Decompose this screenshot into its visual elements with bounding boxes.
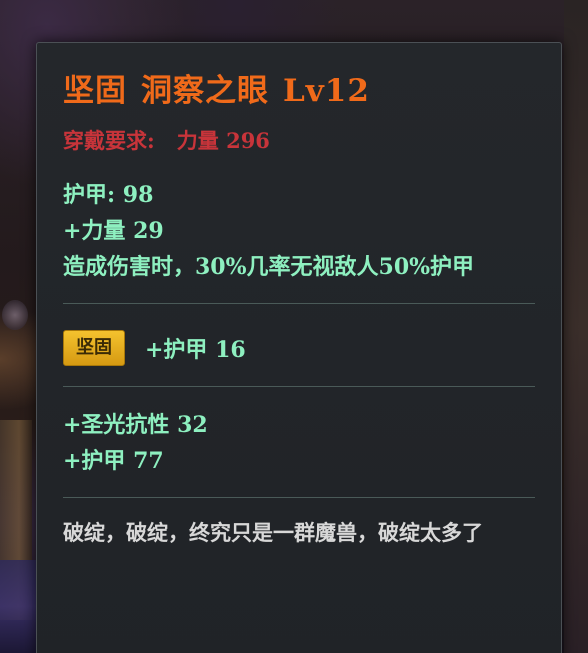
stat-strength: +力量 29 bbox=[63, 218, 164, 244]
stat-holy-resist: +圣光抗性 32 bbox=[63, 412, 208, 438]
background-lamp bbox=[2, 300, 28, 330]
stat-bonus-armor: +护甲 77 bbox=[63, 448, 164, 474]
item-affix: 坚固 bbox=[63, 73, 127, 109]
gem-stat: +护甲 16 bbox=[145, 337, 246, 363]
item-title: 坚固 洞察之眼 Lv12 bbox=[63, 71, 535, 111]
equip-requirement: 穿戴要求: 力量 296 bbox=[63, 127, 535, 155]
divider bbox=[63, 303, 535, 304]
bonus-stats: +圣光抗性 32 +护甲 77 bbox=[63, 407, 535, 479]
gem-badge: 坚固 bbox=[63, 330, 125, 366]
gem-socket: 坚固 +护甲 16 bbox=[63, 328, 535, 368]
base-stats: 护甲: 98 +力量 29 造成伤害时，30%几率无视敌人50%护甲 bbox=[63, 177, 535, 285]
stat-armor: 护甲: 98 bbox=[63, 182, 154, 208]
divider bbox=[63, 497, 535, 498]
item-level: Lv12 bbox=[283, 73, 370, 109]
item-name: 洞察之眼 bbox=[141, 73, 269, 109]
background-banner bbox=[0, 560, 40, 653]
requirement-label: 穿戴要求: bbox=[63, 128, 155, 153]
item-tooltip: 坚固 洞察之眼 Lv12 穿戴要求: 力量 296 护甲: 98 +力量 29 造成伤… bbox=[36, 42, 562, 653]
requirement-value: 力量 296 bbox=[176, 128, 270, 153]
stat-special-effect: 造成伤害时，30%几率无视敌人50%护甲 bbox=[63, 254, 475, 280]
flavor-text: 破绽，破绽，终究只是一群魔兽，破绽太多了 bbox=[63, 520, 483, 545]
background-wall bbox=[564, 0, 588, 653]
divider bbox=[63, 386, 535, 387]
